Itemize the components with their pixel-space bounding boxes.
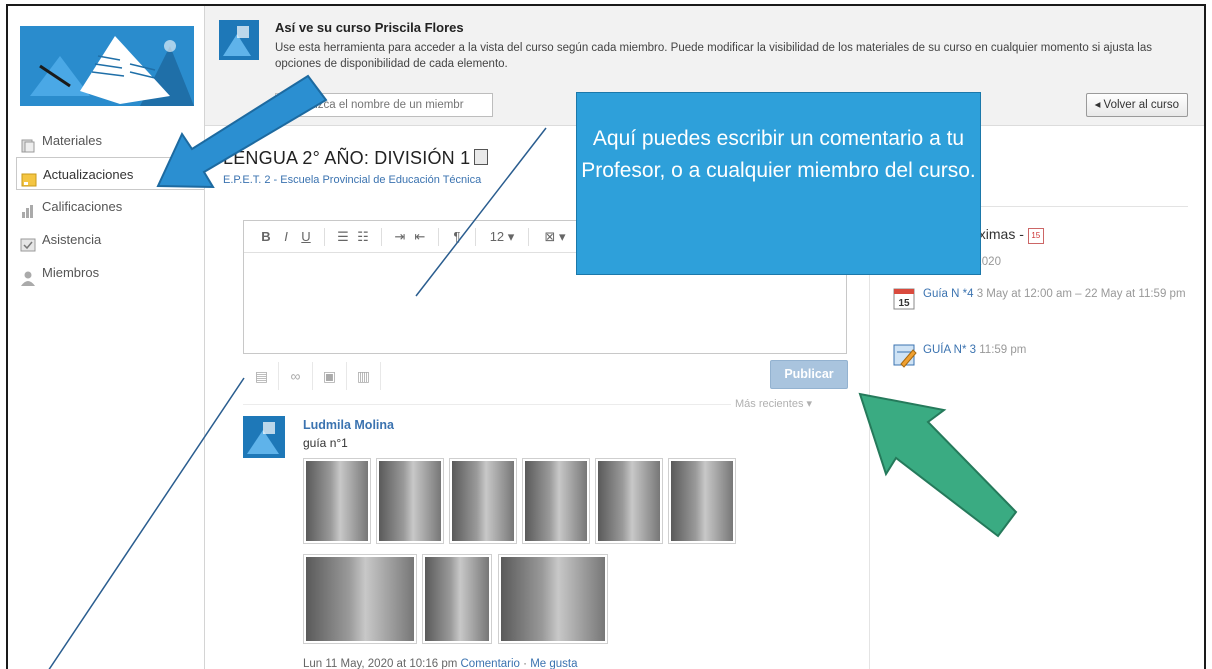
grades-icon <box>20 199 36 218</box>
photo-thumbnail[interactable] <box>449 458 517 544</box>
indent-button[interactable]: ⇥ <box>390 229 410 245</box>
post-timestamp: Lun 11 May, 2020 at 10:16 pm <box>303 658 458 669</box>
sidebar-item-actualizaciones[interactable]: Actualizaciones <box>16 157 205 190</box>
upcoming-event: GUÍA N* 3 11:59 pm <box>893 342 1193 368</box>
sidebar-item-calificaciones[interactable]: Calificaciones <box>16 190 204 223</box>
avatar[interactable] <box>243 416 285 458</box>
format-button[interactable]: ¶ <box>447 229 467 244</box>
photo-thumbnail[interactable] <box>422 554 492 644</box>
course-title-text: LENGUA 2° AÑO: DIVISIÓN 1 <box>223 148 471 168</box>
sidebar-item-label: Materiales <box>42 133 102 148</box>
event-time: 11:59 pm <box>979 344 1027 356</box>
callout-text: Aquí puedes escribir un comentario a tu … <box>581 127 976 182</box>
book-icon <box>474 149 489 165</box>
attendance-icon <box>20 232 36 252</box>
toolbar-divider <box>438 227 439 246</box>
post-meta: Lun 11 May, 2020 at 10:16 pm Comentario … <box>303 658 578 669</box>
sidebar-item-label: Miembros <box>42 265 100 280</box>
photo-thumbnail[interactable] <box>522 458 590 544</box>
toolbar-divider <box>528 227 529 246</box>
sidebar-item-asistencia[interactable]: Asistencia <box>16 223 204 256</box>
assignment-icon <box>893 342 917 368</box>
member-search-input[interactable] <box>275 93 493 117</box>
back-to-course-button[interactable]: ◂ Volver al curso <box>1085 93 1188 117</box>
sidebar-item-miembros[interactable]: Miembros <box>16 256 204 289</box>
photo-thumbnail[interactable] <box>498 554 608 644</box>
underline-button[interactable]: U <box>296 229 316 244</box>
comment-link[interactable]: Comentario <box>461 658 520 669</box>
photo-thumbnail[interactable] <box>595 458 663 544</box>
outdent-button[interactable]: ⇤ <box>410 229 430 245</box>
post-author-link[interactable]: Ludmila Molina <box>303 418 394 432</box>
font-size-select[interactable]: 12 ▾ <box>484 229 520 245</box>
photo-thumbnail[interactable] <box>303 458 371 544</box>
banner-description: Use esta herramienta para acceder a la v… <box>275 42 1152 70</box>
meta-separator: · <box>523 658 527 669</box>
attach-file-icon[interactable]: ▤ <box>245 362 279 390</box>
course-thumbnail <box>219 20 259 60</box>
photo-thumbnail[interactable] <box>668 458 736 544</box>
photo-thumbnail[interactable] <box>303 554 417 644</box>
attachment-toolbar: ▤ ∞ ▣ ▥ <box>245 362 381 390</box>
upcoming-event: 15 Guía N *4 3 May at 12:00 am – 22 May … <box>893 286 1193 310</box>
photo-thumbnail[interactable] <box>376 458 444 544</box>
toolbar-divider <box>381 227 382 246</box>
bold-button[interactable]: B <box>256 229 276 244</box>
feed-divider <box>243 404 731 405</box>
course-nav: Materiales Actualizaciones Calificacione… <box>16 124 205 289</box>
event-link[interactable]: GUÍA N* 3 <box>923 344 976 356</box>
updates-icon <box>21 167 37 187</box>
insert-select[interactable]: ⊠ ▾ <box>537 229 573 245</box>
attach-resource-icon[interactable]: ▣ <box>313 362 347 390</box>
attach-link-icon[interactable]: ∞ <box>279 362 313 390</box>
banner-title: Así ve su curso Priscila Flores <box>275 20 464 35</box>
screenshot-frame: Materiales Actualizaciones Calificacione… <box>6 4 1206 669</box>
toolbar-divider <box>475 227 476 246</box>
sidebar-item-label: Actualizaciones <box>43 167 134 182</box>
upcoming-title: óximas - 15 <box>971 226 1044 244</box>
publish-button[interactable]: Publicar <box>770 360 848 389</box>
italic-button[interactable]: I <box>276 229 296 244</box>
calendar-icon: 15 <box>893 286 915 310</box>
sidebar: Materiales Actualizaciones Calificacione… <box>8 6 205 669</box>
post-text: guía n°1 <box>303 436 348 450</box>
instruction-callout: Aquí puedes escribir un comentario a tu … <box>576 92 981 275</box>
sidebar-item-label: Calificaciones <box>42 199 123 214</box>
numbered-list-button[interactable]: ☷ <box>353 229 373 245</box>
event-time: 3 May at 12:00 am – 22 May at 11:59 pm <box>976 288 1186 300</box>
svg-text:15: 15 <box>898 298 910 309</box>
attach-document-icon[interactable]: ▥ <box>347 362 381 390</box>
school-link[interactable]: E.P.E.T. 2 - Escuela Provincial de Educa… <box>223 174 481 186</box>
like-link[interactable]: Me gusta <box>530 658 577 669</box>
materials-icon <box>20 133 36 153</box>
bullet-list-button[interactable]: ☰ <box>333 229 353 245</box>
course-title: LENGUA 2° AÑO: DIVISIÓN 1 <box>223 148 489 169</box>
calendar-icon[interactable]: 15 <box>1027 228 1044 244</box>
sidebar-item-materiales[interactable]: Materiales <box>16 124 204 157</box>
course-picture <box>20 26 194 106</box>
members-icon <box>20 265 36 286</box>
event-link[interactable]: Guía N *4 <box>923 288 974 300</box>
toolbar-divider <box>324 227 325 246</box>
sort-dropdown[interactable]: Más recientes ▾ <box>735 397 812 410</box>
sidebar-item-label: Asistencia <box>42 232 102 247</box>
